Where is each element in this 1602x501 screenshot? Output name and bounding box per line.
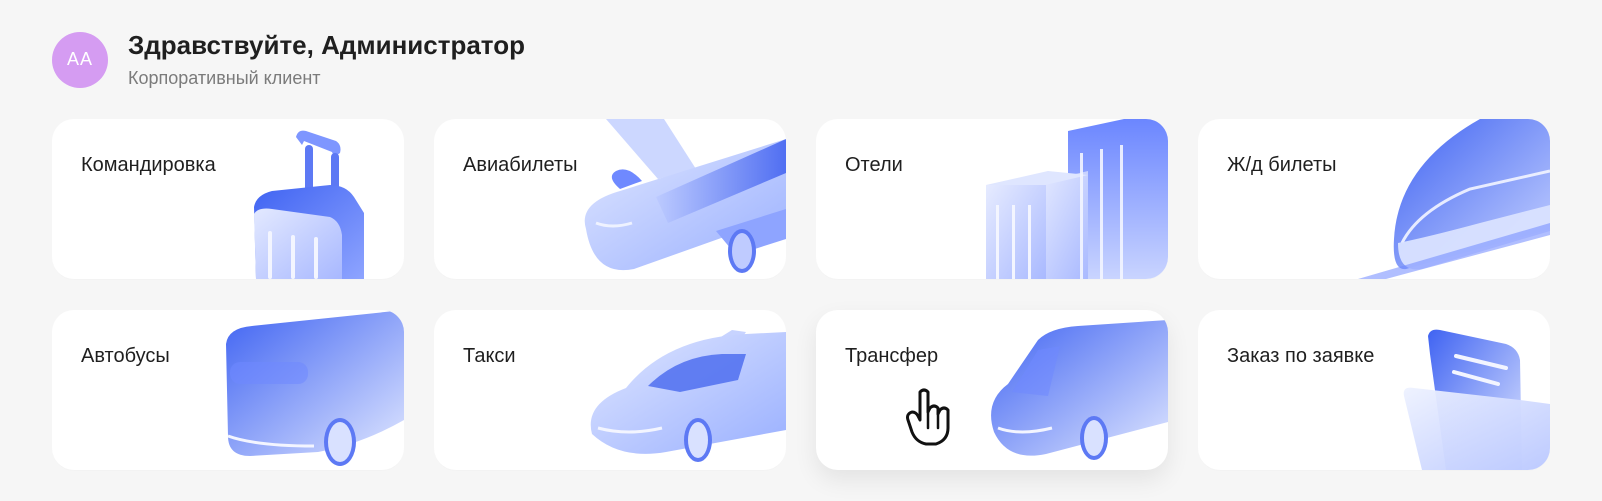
service-card-train-tickets[interactable]: Ж/д билеты — [1198, 119, 1550, 279]
service-label: Командировка — [81, 154, 216, 176]
client-type: Корпоративный клиент — [128, 68, 321, 88]
service-label: Автобусы — [81, 345, 170, 367]
hotel-building-icon — [986, 119, 1168, 279]
page-title: Здравствуйте, Администратор — [128, 30, 525, 60]
bus-icon — [226, 310, 404, 466]
service-card-buses[interactable]: Автобусы — [52, 310, 404, 470]
avatar-initials: AA — [66, 49, 93, 69]
service-card-request-order[interactable]: Заказ по заявке — [1198, 310, 1550, 470]
airplane-icon — [584, 119, 786, 273]
service-label: Ж/д билеты — [1227, 154, 1337, 176]
suitcase-icon — [254, 130, 364, 279]
van-icon — [991, 320, 1168, 460]
services-grid: Командировка Авиабилеты Отели Ж/д билеты… — [52, 119, 1552, 470]
request-document-icon — [1403, 329, 1550, 470]
greeting-header: AA Здравствуйте, Администратор Корпорати… — [52, 30, 525, 89]
hand-pointer-icon — [906, 388, 950, 446]
taxi-icon — [590, 330, 786, 462]
main-page: AA Здравствуйте, Администратор Корпорати… — [0, 0, 1602, 501]
service-card-flights[interactable]: Авиабилеты — [434, 119, 786, 279]
service-label: Авиабилеты — [463, 154, 578, 176]
service-card-taxi[interactable]: Такси — [434, 310, 786, 470]
service-card-transfer[interactable]: Трансфер — [816, 310, 1168, 470]
service-label: Заказ по заявке — [1227, 345, 1375, 367]
greeting-text: Здравствуйте, Администратор Корпоративны… — [128, 30, 525, 89]
service-label: Такси — [463, 345, 516, 367]
service-label: Отели — [845, 154, 903, 176]
service-label: Трансфер — [845, 345, 939, 367]
service-card-business-trip[interactable]: Командировка — [52, 119, 404, 279]
service-card-hotels[interactable]: Отели — [816, 119, 1168, 279]
avatar[interactable]: AA — [52, 31, 108, 88]
train-icon — [1358, 119, 1550, 279]
